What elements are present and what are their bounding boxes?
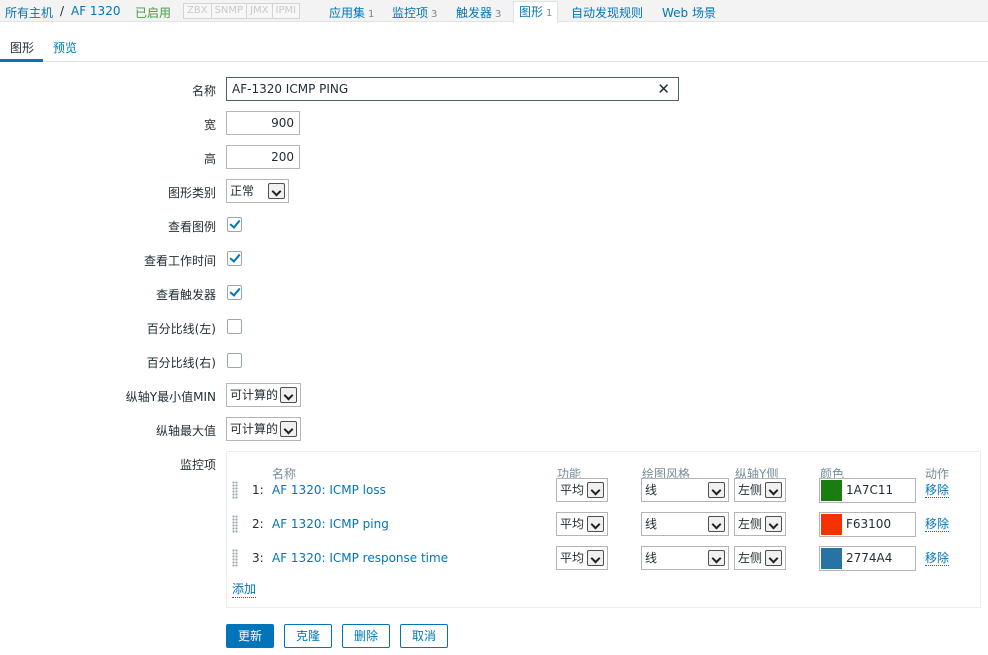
item-name-link[interactable]: AF 1320: ICMP ping bbox=[272, 517, 389, 531]
zbx-indicator: ZBX bbox=[183, 3, 212, 19]
y-axis-select[interactable]: 左侧 bbox=[734, 512, 786, 536]
tab-preview[interactable]: 预览 bbox=[53, 39, 77, 56]
snmp-indicator: SNMP bbox=[210, 3, 248, 19]
remove-link[interactable]: 移除 bbox=[925, 551, 950, 566]
chevron-down-icon bbox=[765, 482, 782, 498]
tab-graph[interactable]: 图形 bbox=[10, 39, 34, 56]
row-index: 3: bbox=[252, 551, 264, 565]
drag-handle-icon[interactable] bbox=[232, 549, 238, 567]
delete-button[interactable]: 删除 bbox=[342, 624, 390, 648]
all-hosts-link[interactable]: 所有主机 bbox=[5, 4, 53, 21]
color-swatch[interactable] bbox=[821, 548, 842, 569]
show-triggers-checkbox[interactable] bbox=[227, 285, 242, 300]
chevron-down-icon bbox=[587, 550, 604, 566]
nav-web-scenarios[interactable]: Web 场景 bbox=[662, 4, 716, 21]
host-link[interactable]: AF 1320 bbox=[71, 4, 120, 18]
ymax-select[interactable]: 可计算的 bbox=[226, 417, 301, 441]
active-tab-indicator bbox=[0, 59, 43, 62]
show-work-period-label: 查看工作时间 bbox=[143, 254, 216, 268]
clone-button[interactable]: 克隆 bbox=[284, 624, 332, 648]
cancel-button[interactable]: 取消 bbox=[400, 624, 448, 648]
chevron-down-icon bbox=[587, 516, 604, 532]
percentile-right-checkbox[interactable] bbox=[227, 353, 242, 368]
chevron-down-icon bbox=[765, 550, 782, 566]
percentile-left-checkbox[interactable] bbox=[227, 319, 242, 334]
remove-link[interactable]: 移除 bbox=[925, 517, 950, 532]
ymin-label: 纵轴Y最小值MIN bbox=[125, 390, 216, 404]
show-legend-checkbox[interactable] bbox=[227, 217, 242, 232]
ymax-label: 纵轴最大值 bbox=[155, 424, 216, 438]
chevron-down-icon bbox=[708, 516, 725, 532]
nav-graphs[interactable]: 图形 1 bbox=[513, 1, 559, 23]
row-index: 2: bbox=[252, 517, 264, 531]
show-legend-label: 查看图例 bbox=[167, 220, 216, 234]
color-swatch[interactable] bbox=[821, 480, 842, 501]
draw-style-select[interactable]: 线 bbox=[641, 546, 729, 570]
y-axis-select[interactable]: 左侧 bbox=[734, 546, 786, 570]
color-value: 1A7C11 bbox=[846, 483, 894, 497]
draw-style-select[interactable]: 线 bbox=[641, 478, 729, 502]
function-select[interactable]: 平均 bbox=[556, 512, 608, 536]
add-item-link[interactable]: 添加 bbox=[232, 582, 257, 598]
percentile-right-label: 百分比线(右) bbox=[146, 356, 216, 370]
header-action: 动作 bbox=[925, 467, 950, 481]
color-value: F63100 bbox=[846, 517, 892, 531]
ipmi-indicator: IPMI bbox=[271, 3, 301, 19]
host-navigation: 所有主机 / AF 1320 已启用 ZBX SNMP JMX IPMI 应用集… bbox=[0, 0, 988, 23]
width-field[interactable]: 900 bbox=[226, 111, 300, 135]
item-name-link[interactable]: AF 1320: ICMP response time bbox=[272, 551, 448, 565]
graph-type-select[interactable]: 正常 bbox=[226, 179, 289, 203]
drag-handle-icon[interactable] bbox=[232, 515, 238, 533]
show-work-period-checkbox[interactable] bbox=[227, 251, 242, 266]
chevron-down-icon bbox=[765, 516, 782, 532]
host-status-enabled[interactable]: 已启用 bbox=[135, 4, 171, 21]
function-select[interactable]: 平均 bbox=[556, 478, 608, 502]
function-select[interactable]: 平均 bbox=[556, 546, 608, 570]
y-axis-select[interactable]: 左侧 bbox=[734, 478, 786, 502]
remove-link[interactable]: 移除 bbox=[925, 483, 950, 498]
name-label: 名称 bbox=[191, 84, 216, 98]
row-index: 1: bbox=[252, 483, 264, 497]
draw-style-select[interactable]: 线 bbox=[641, 512, 729, 536]
jmx-indicator: JMX bbox=[246, 3, 273, 19]
width-label: 宽 bbox=[203, 118, 216, 132]
percentile-left-label: 百分比线(左) bbox=[146, 322, 216, 336]
name-field[interactable]: AF-1320 ICMP PING ✕ bbox=[226, 77, 679, 101]
color-swatch[interactable] bbox=[821, 514, 842, 535]
chevron-down-icon bbox=[708, 550, 725, 566]
availability-indicators: ZBX SNMP JMX IPMI bbox=[183, 3, 301, 19]
chevron-down-icon bbox=[280, 421, 297, 437]
nav-discovery-rules[interactable]: 自动发现规则 bbox=[571, 4, 643, 21]
chevron-down-icon bbox=[587, 482, 604, 498]
clear-icon[interactable]: ✕ bbox=[657, 78, 670, 100]
header-name: 名称 bbox=[272, 467, 297, 481]
ymin-select[interactable]: 可计算的 bbox=[226, 383, 301, 407]
nav-triggers[interactable]: 触发器 3 bbox=[456, 4, 501, 21]
chevron-down-icon bbox=[268, 183, 285, 199]
chevron-down-icon bbox=[280, 387, 297, 403]
height-label: 高 bbox=[203, 152, 216, 166]
height-field[interactable]: 200 bbox=[226, 145, 300, 169]
color-value: 2774A4 bbox=[846, 551, 893, 565]
drag-handle-icon[interactable] bbox=[232, 481, 238, 499]
breadcrumb-separator: / bbox=[60, 4, 65, 18]
items-label: 监控项 bbox=[179, 458, 216, 472]
item-name-link[interactable]: AF 1320: ICMP loss bbox=[272, 483, 386, 497]
form-tabs: 图形 预览 bbox=[0, 22, 988, 62]
update-button[interactable]: 更新 bbox=[226, 624, 274, 648]
nav-items[interactable]: 监控项 3 bbox=[392, 4, 437, 21]
show-triggers-label: 查看触发器 bbox=[155, 288, 216, 302]
graph-type-label: 图形类别 bbox=[167, 186, 216, 200]
chevron-down-icon bbox=[708, 482, 725, 498]
nav-applications[interactable]: 应用集 1 bbox=[329, 4, 374, 21]
